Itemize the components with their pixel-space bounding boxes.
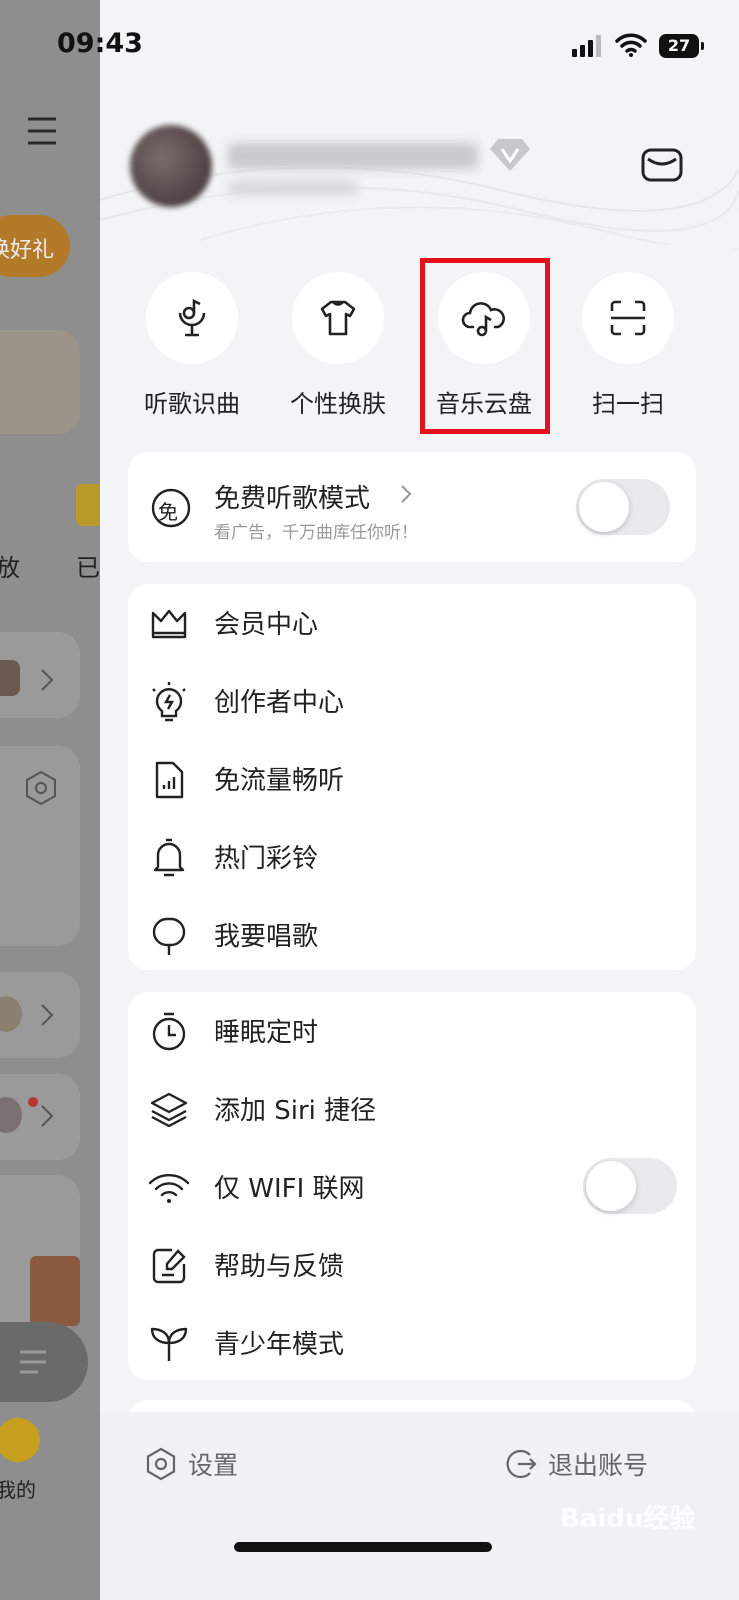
battery-indicator: 27 — [659, 34, 704, 58]
menu-group-1: 会员中心 创作者中心 免流量畅听 热门彩铃 我要唱歌 — [128, 584, 696, 970]
menu-item-label: 添加 Siri 捷径 — [214, 1096, 377, 1126]
wifi-icon — [148, 1173, 190, 1203]
chevron-right-icon — [41, 1004, 54, 1026]
menu-item-label: 帮助与反馈 — [214, 1252, 345, 1282]
menu-item-teen-mode[interactable]: 青少年模式 — [128, 1304, 696, 1382]
shortcut-label: 扫一扫 — [592, 390, 664, 418]
logout-button[interactable]: 退出账号 — [504, 1446, 648, 1482]
status-bar: 09:43 27 — [0, 0, 739, 92]
free-mode-title: 免费听歌模式 — [214, 484, 371, 514]
menu-group-2: 睡眠定时 添加 Siri 捷径 仅 WIFI 联网 帮助与反馈 青少年模式 — [128, 992, 696, 1380]
menu-item-label: 创作者中心 — [214, 688, 345, 718]
chevron-right-icon — [41, 669, 54, 691]
menu-item-help-feedback[interactable]: 帮助与反馈 — [128, 1226, 696, 1304]
menu-item-ringtone[interactable]: 热门彩铃 — [128, 818, 696, 896]
banner-card — [0, 330, 80, 434]
menu-item-free-data[interactable]: 免流量畅听 — [128, 740, 696, 818]
shortcut-circle — [146, 272, 238, 364]
feedback-icon — [152, 1248, 186, 1284]
settings-label: 设置 — [188, 1451, 239, 1480]
menu-item-siri-shortcut[interactable]: 添加 Siri 捷径 — [128, 1070, 696, 1148]
free-mode-toggle[interactable] — [576, 479, 670, 535]
tab-avatar-icon[interactable] — [0, 1418, 40, 1462]
vip-diamond-icon[interactable] — [488, 137, 532, 173]
avatar — [0, 660, 20, 696]
menu-item-label: 我要唱歌 — [214, 922, 319, 952]
toggle-knob — [586, 1161, 636, 1211]
menu-item-label: 免流量畅听 — [214, 766, 345, 796]
microphone-icon — [152, 917, 186, 955]
shortcut-scan[interactable]: 扫一扫 — [568, 270, 688, 419]
partial-label-2: 已 — [76, 554, 100, 582]
tshirt-icon — [320, 300, 356, 336]
menu-item-karaoke[interactable]: 我要唱歌 — [128, 896, 696, 974]
shortcut-song-recognition[interactable]: 听歌识曲 — [132, 270, 252, 419]
settings-button[interactable]: 设置 — [144, 1446, 238, 1482]
cellular-signal-icon — [572, 33, 604, 57]
user-info-blurred — [228, 181, 358, 195]
annotation-highlight-box — [420, 258, 550, 434]
free-badge-text: 免 — [158, 500, 178, 524]
logout-label: 退出账号 — [548, 1451, 649, 1480]
scan-icon — [610, 300, 646, 336]
menu-item-label: 会员中心 — [214, 610, 319, 640]
menu-item-wifi-only[interactable]: 仅 WIFI 联网 — [128, 1148, 696, 1226]
toggle-knob — [579, 482, 629, 532]
layers-icon — [150, 1092, 188, 1128]
wifi-only-toggle[interactable] — [583, 1158, 677, 1214]
wifi-status-icon — [615, 33, 647, 57]
tab-my[interactable]: 我的 — [0, 1474, 36, 1503]
watermark: Baidu经验 — [560, 1504, 696, 1534]
home-indicator[interactable] — [234, 1542, 492, 1552]
shortcut-label: 个性换肤 — [290, 390, 386, 418]
message-icon[interactable] — [640, 147, 684, 183]
menu-item-sleep-timer[interactable]: 睡眠定时 — [128, 992, 696, 1070]
profile-header[interactable] — [100, 105, 739, 255]
vip-badge — [76, 484, 100, 526]
chevron-right-icon — [401, 485, 412, 503]
shortcut-label: 听歌识曲 — [144, 390, 240, 418]
background-app-overlay[interactable]: 换好礼 放 已 我的 — [0, 0, 100, 1600]
menu-item-label: 睡眠定时 — [214, 1018, 319, 1048]
shortcut-skin[interactable]: 个性换肤 — [278, 270, 398, 419]
promo-pill-text: 换好礼 — [0, 238, 55, 263]
menu-item-creator-center[interactable]: 创作者中心 — [128, 662, 696, 740]
shortcut-circle — [292, 272, 384, 364]
menu-icon — [28, 117, 56, 145]
menu-item-label: 热门彩铃 — [214, 844, 319, 874]
settings-icon — [146, 1447, 176, 1481]
menu-item-vip-center[interactable]: 会员中心 — [128, 584, 696, 662]
sprout-icon — [150, 1327, 188, 1361]
crown-icon — [151, 609, 187, 639]
status-time: 09:43 — [57, 28, 143, 59]
bell-icon — [153, 838, 185, 877]
free-mode-card[interactable]: 免 免费听歌模式 看广告，千万曲库任你听！ — [128, 452, 696, 562]
lightbulb-icon — [152, 682, 186, 722]
red-dot — [28, 1097, 38, 1107]
shortcut-circle — [582, 272, 674, 364]
menu-item-label: 青少年模式 — [214, 1330, 345, 1360]
partial-label-1: 放 — [0, 554, 20, 582]
chevron-right-icon — [41, 1105, 54, 1127]
logout-icon — [506, 1449, 537, 1479]
album-art — [30, 1256, 80, 1326]
settings-hex-icon — [26, 770, 56, 806]
username-blurred — [228, 143, 478, 169]
menu-item-label: 仅 WIFI 联网 — [214, 1174, 365, 1204]
avatar[interactable] — [130, 125, 212, 207]
song-recognition-icon — [178, 298, 206, 337]
data-sim-icon — [155, 761, 184, 799]
timer-icon — [152, 1012, 186, 1051]
side-drawer: 听歌识曲 个性换肤 音乐云盘 扫一扫 免 免费听歌模式 看广告，千万曲库任你听！… — [100, 0, 739, 1600]
free-mode-subtitle: 看广告，千万曲库任你听！ — [214, 523, 418, 543]
playlist-icon — [20, 1350, 46, 1374]
